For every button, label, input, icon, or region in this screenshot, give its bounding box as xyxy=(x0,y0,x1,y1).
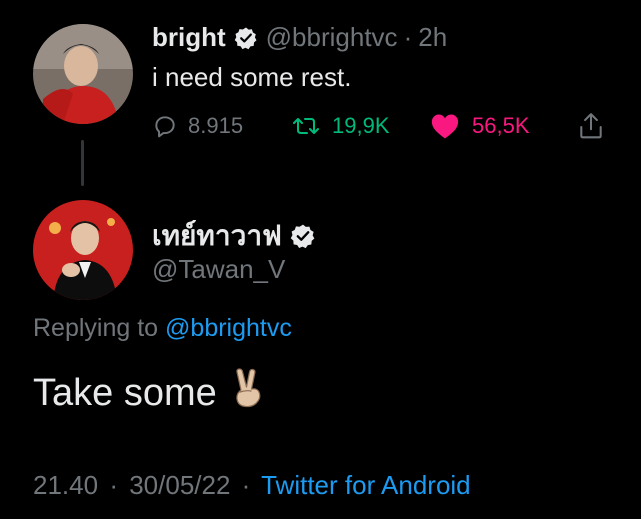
thread-connector-line xyxy=(81,140,84,186)
tweet-source-link[interactable]: Twitter for Android xyxy=(261,470,471,500)
reply-count: 8.915 xyxy=(188,113,244,138)
replying-prefix: Replying to xyxy=(33,314,159,342)
retweet-action[interactable]: 19,9K xyxy=(292,113,430,139)
parent-display-name[interactable]: bright xyxy=(152,22,226,53)
like-action[interactable]: 56,5K xyxy=(430,112,578,140)
verified-badge-icon xyxy=(234,26,258,50)
reply-text: Take some xyxy=(33,371,217,414)
parent-time[interactable]: 2h xyxy=(418,22,447,53)
parent-tweet-header: bright @bbrightvc · 2h xyxy=(152,22,447,53)
reply-tweet-header: เทย์ทาวาฟ xyxy=(152,214,324,258)
reply-handle[interactable]: @Tawan_V xyxy=(152,254,285,285)
reply-avatar[interactable] xyxy=(33,200,133,300)
time-date-separator: · xyxy=(109,470,118,500)
user-avatar-photo-icon xyxy=(33,24,133,124)
user-avatar-photo-icon xyxy=(33,200,133,300)
replying-mention-link[interactable]: @bbrightvc xyxy=(165,314,292,342)
replying-to-line: Replying to @bbrightvc xyxy=(33,314,292,343)
parent-avatar[interactable] xyxy=(33,24,133,124)
like-count: 56,5K xyxy=(472,113,530,138)
reply-icon[interactable] xyxy=(152,113,178,139)
header-separator: · xyxy=(403,22,413,52)
share-icon[interactable] xyxy=(578,112,604,140)
reply-tweet-text: Take some xyxy=(33,368,265,418)
heart-icon[interactable] xyxy=(430,112,460,140)
retweet-icon[interactable] xyxy=(292,113,320,139)
parent-handle[interactable]: @bbrightvc xyxy=(266,22,398,53)
tweet-time[interactable]: 21.40 xyxy=(33,470,98,500)
parent-tweet-text: i need some rest. xyxy=(152,62,352,92)
tweet-date[interactable]: 30/05/22 xyxy=(129,470,230,500)
date-source-separator: · xyxy=(241,470,251,500)
victory-hand-emoji-icon xyxy=(231,368,265,418)
parent-tweet-actions: 8.915 19,9K 56,5K xyxy=(152,112,604,140)
retweet-count: 19,9K xyxy=(332,113,390,138)
share-action[interactable] xyxy=(578,112,604,140)
verified-badge-icon xyxy=(290,223,316,249)
reply-display-name[interactable]: เทย์ทาวาฟ xyxy=(152,214,282,258)
reply-action[interactable]: 8.915 xyxy=(152,113,292,139)
tweet-meta-line: 21.40 · 30/05/22 · Twitter for Android xyxy=(33,470,471,501)
